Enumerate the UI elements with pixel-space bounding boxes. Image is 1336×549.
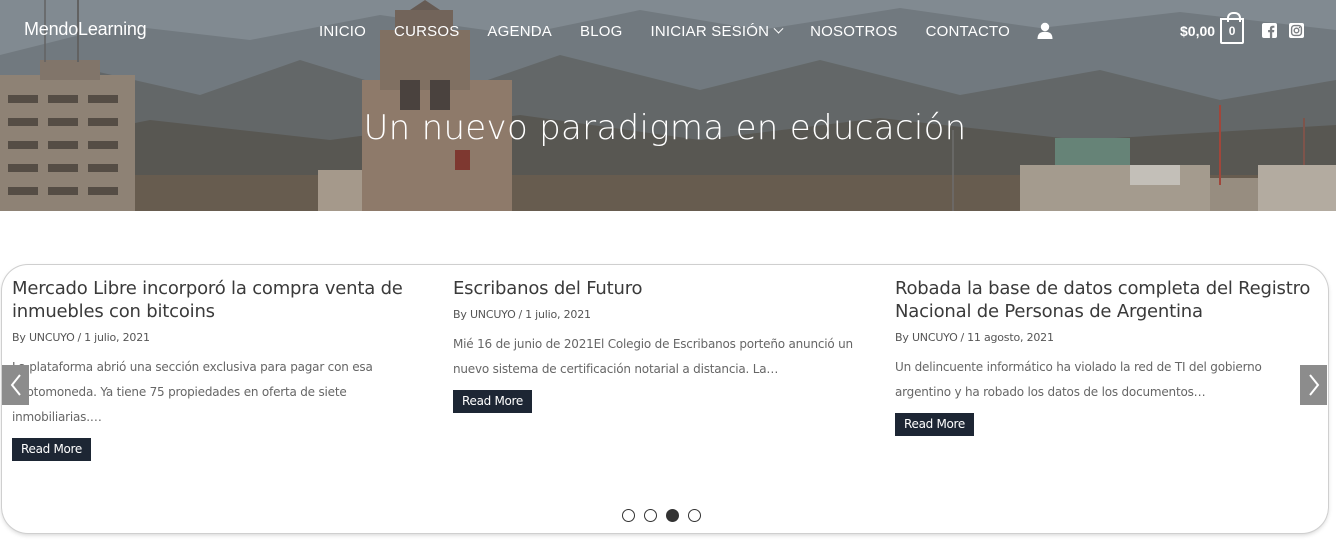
menu-item-agenda[interactable]: AGENDA [487, 23, 552, 40]
chevron-left-icon [10, 374, 21, 396]
cart-total: $0,00 [1180, 23, 1216, 39]
post-title[interactable]: Mercado Libre incorporó la compra venta … [12, 277, 432, 323]
main-menu: INICIO CURSOS AGENDA BLOG INICIAR SESIÓN… [305, 0, 1054, 62]
next-slide-button[interactable] [1300, 365, 1327, 405]
pagination-dot-2[interactable] [644, 509, 657, 522]
pagination-dot-4[interactable] [688, 509, 701, 522]
cart-count: 0 [1228, 24, 1236, 38]
post-excerpt: Un delincuente informático ha violado la… [895, 360, 1262, 399]
pagination-dot-1[interactable] [622, 509, 635, 522]
menu-item-contacto[interactable]: CONTACTO [926, 23, 1010, 40]
pagination-dot-3[interactable] [666, 509, 679, 522]
post-meta: By UNCUYO/1 julio, 2021 [12, 331, 150, 344]
facebook-icon[interactable] [1262, 23, 1277, 38]
cart-button[interactable]: $0,00 0 [1180, 12, 1245, 44]
post-card: Mercado Libre incorporó la compra venta … [12, 277, 432, 461]
post-meta: By UNCUYO/1 julio, 2021 [453, 308, 591, 321]
prev-slide-button[interactable] [2, 365, 29, 405]
post-date: 11 agosto, 2021 [967, 331, 1054, 344]
post-card: Escribanos del Futuro By UNCUYO/1 julio,… [453, 277, 873, 413]
post-excerpt: La plataforma abrió una sección exclusiv… [12, 360, 373, 424]
post-date: 1 julio, 2021 [525, 308, 591, 321]
menu-item-iniciar-sesion-label: INICIAR SESIÓN [650, 22, 770, 40]
top-navigation: MendoLearning INICIO CURSOS AGENDA BLOG … [0, 0, 1336, 62]
hero-title: Un nuevo paradigma en educación [363, 108, 967, 148]
post-meta: By UNCUYO/11 agosto, 2021 [895, 331, 1054, 344]
read-more-button[interactable]: Read More [895, 413, 975, 436]
post-date: 1 julio, 2021 [84, 331, 150, 344]
chevron-right-icon [1308, 374, 1319, 396]
menu-item-inicio[interactable]: INICIO [319, 23, 366, 40]
post-author[interactable]: By UNCUYO [453, 308, 516, 321]
read-more-button[interactable]: Read More [453, 390, 533, 413]
chevron-down-icon [773, 23, 784, 34]
menu-item-iniciar-sesion[interactable]: INICIAR SESIÓN [650, 22, 784, 40]
read-more-button[interactable]: Read More [12, 438, 92, 461]
instagram-icon[interactable] [1289, 23, 1304, 38]
post-title[interactable]: Escribanos del Futuro [453, 277, 873, 300]
post-excerpt: Mié 16 de junio de 2021El Colegio de Esc… [453, 337, 853, 376]
menu-item-nosotros[interactable]: NOSOTROS [810, 23, 897, 40]
user-icon[interactable] [1036, 22, 1054, 40]
site-logo[interactable]: MendoLearning [24, 19, 147, 40]
post-author[interactable]: By UNCUYO [895, 331, 958, 344]
menu-item-cursos[interactable]: CURSOS [394, 23, 459, 40]
post-title[interactable]: Robada la base de datos completa del Reg… [895, 277, 1315, 323]
post-author[interactable]: By UNCUYO [12, 331, 75, 344]
post-card: Robada la base de datos completa del Reg… [895, 277, 1315, 436]
cart-icon: 0 [1220, 12, 1245, 44]
hero-banner: MendoLearning INICIO CURSOS AGENDA BLOG … [0, 0, 1336, 211]
posts-carousel: Mercado Libre incorporó la compra venta … [2, 265, 1328, 533]
carousel-pagination [622, 509, 710, 522]
menu-item-blog[interactable]: BLOG [580, 23, 622, 40]
